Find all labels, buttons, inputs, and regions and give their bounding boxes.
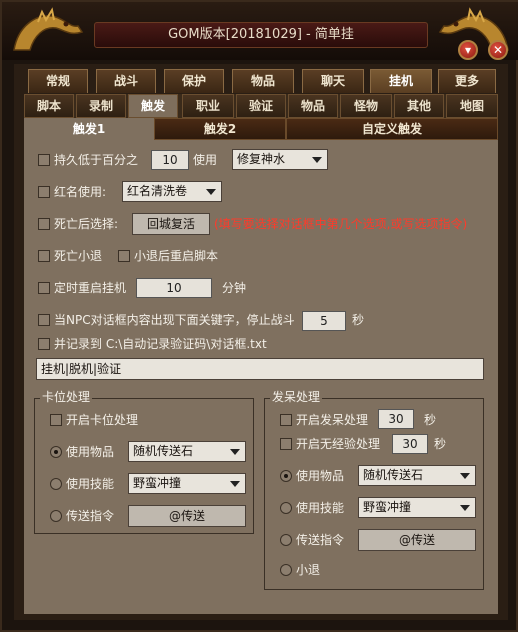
red-name-item-select[interactable]: 红名清洗卷 <box>122 181 222 202</box>
idle-use-item-value: 随机传送石 <box>363 468 424 482</box>
idle-logout-label: 小退 <box>296 563 321 577</box>
tab-chat[interactable]: 聊天 <box>302 69 364 93</box>
tab-more[interactable]: 更多 <box>438 69 496 93</box>
death-logout-checkbox[interactable] <box>38 250 50 262</box>
stuck-use-skill-value: 野蛮冲撞 <box>133 476 182 490</box>
subtab-monster[interactable]: 怪物 <box>340 94 392 118</box>
tab-trigger-1[interactable]: 触发1 <box>24 118 154 140</box>
minimize-button[interactable]: ▾ <box>458 40 478 60</box>
record-to-label: 并记录到 C:\自动记录验证码\对话框.txt <box>54 337 267 351</box>
restart-script-label: 小退后重启脚本 <box>134 249 219 263</box>
stuck-teleport-label: 传送指令 <box>66 509 115 523</box>
stuck-handling-title: 卡位处理 <box>40 390 93 404</box>
stuck-use-item-radio[interactable] <box>50 446 62 458</box>
timed-restart-unit: 分钟 <box>222 281 247 295</box>
idle-use-item-select[interactable]: 随机传送石 <box>358 465 476 486</box>
chevron-down-icon <box>230 449 240 455</box>
chevron-down-icon <box>460 505 470 511</box>
chevron-down-icon <box>206 189 216 195</box>
chevron-down-icon <box>460 473 470 479</box>
subtab-script[interactable]: 脚本 <box>24 94 74 118</box>
title-bar[interactable]: GOM版本[20181029] - 简单挂 ▾ ✕ <box>2 2 518 60</box>
trigger-panel: 触发1 触发2 自定义触发 持久低于百分之 10 使用 修复神水 红名使用: 红… <box>24 118 498 614</box>
sub-tab-bar: 脚本 录制 触发 职业 验证 物品 怪物 其他 地图 <box>24 94 498 118</box>
subtab-job[interactable]: 职业 <box>182 94 234 118</box>
idle-use-item-label: 使用物品 <box>296 469 345 483</box>
no-exp-seconds-unit: 秒 <box>434 437 447 451</box>
chevron-down-icon <box>312 157 322 163</box>
idle-logout-radio[interactable] <box>280 564 292 576</box>
stuck-use-item-value: 随机传送石 <box>133 444 194 458</box>
idle-seconds-input[interactable]: 30 <box>378 409 414 429</box>
tab-combat[interactable]: 战斗 <box>96 69 156 93</box>
close-button[interactable]: ✕ <box>488 40 508 60</box>
no-exp-checkbox[interactable] <box>280 438 292 450</box>
red-name-checkbox[interactable] <box>38 186 50 198</box>
top-tab-bar: 常规 战斗 保护 物品 聊天 挂机 更多 <box>24 69 498 93</box>
hold-below-item-select[interactable]: 修复神水 <box>232 149 328 170</box>
npc-keyword-checkbox[interactable] <box>38 314 50 326</box>
chevron-down-icon <box>230 481 240 487</box>
after-death-hint: (填写要选择对话框中第几个选项,或写选项指令) <box>214 217 468 231</box>
stuck-use-skill-radio[interactable] <box>50 478 62 490</box>
keyword-text-input[interactable]: 挂机|脱机|验证 <box>36 358 484 380</box>
idle-use-skill-value: 野蛮冲撞 <box>363 500 412 514</box>
subtab-map[interactable]: 地图 <box>446 94 498 118</box>
npc-keyword-label: 当NPC对话框内容出现下面关键字，停止战斗 <box>54 313 295 327</box>
stuck-use-item-label: 使用物品 <box>66 445 115 459</box>
subtab-record[interactable]: 录制 <box>76 94 126 118</box>
revive-in-town-button[interactable]: 回城复活 <box>132 213 210 235</box>
tab-protect[interactable]: 保护 <box>164 69 224 93</box>
stuck-use-item-select[interactable]: 随机传送石 <box>128 441 246 462</box>
timed-restart-label: 定时重启挂机 <box>54 281 127 295</box>
stuck-enable-checkbox[interactable] <box>50 414 62 426</box>
idle-teleport-radio[interactable] <box>280 534 292 546</box>
death-logout-label: 死亡小退 <box>54 249 103 263</box>
subtab-verify[interactable]: 验证 <box>236 94 286 118</box>
idle-teleport-label: 传送指令 <box>296 533 345 547</box>
stuck-enable-label: 开启卡位处理 <box>66 413 139 427</box>
stuck-use-skill-label: 使用技能 <box>66 477 115 491</box>
npc-keyword-unit: 秒 <box>352 313 365 327</box>
after-death-checkbox[interactable] <box>38 218 50 230</box>
idle-use-skill-select[interactable]: 野蛮冲撞 <box>358 497 476 518</box>
hold-below-use-label: 使用 <box>193 153 218 167</box>
red-name-item-value: 红名清洗卷 <box>127 184 188 198</box>
idle-enable-checkbox[interactable] <box>280 414 292 426</box>
tab-custom-trigger[interactable]: 自定义触发 <box>286 118 498 140</box>
tab-trigger-2[interactable]: 触发2 <box>154 118 286 140</box>
hold-below-item-value: 修复神水 <box>237 152 286 166</box>
after-death-label: 死亡后选择: <box>54 217 119 231</box>
record-to-checkbox[interactable] <box>38 338 50 350</box>
no-exp-seconds-input[interactable]: 30 <box>392 434 428 454</box>
idle-enable-label: 开启发呆处理 <box>296 413 369 427</box>
stuck-use-skill-select[interactable]: 野蛮冲撞 <box>128 473 246 494</box>
subtab-other[interactable]: 其他 <box>394 94 444 118</box>
idle-teleport-command-input[interactable]: @传送 <box>358 529 476 551</box>
red-name-label: 红名使用: <box>54 185 107 199</box>
restart-script-checkbox[interactable] <box>118 250 130 262</box>
no-exp-label: 开启无经验处理 <box>296 437 381 451</box>
window-title: GOM版本[20181029] - 简单挂 <box>94 22 428 48</box>
stuck-teleport-command-input[interactable]: @传送 <box>128 505 246 527</box>
tab-general[interactable]: 常规 <box>28 69 88 93</box>
hold-below-checkbox[interactable] <box>38 154 50 166</box>
idle-handling-title: 发呆处理 <box>270 390 323 404</box>
timed-restart-minutes-input[interactable]: 10 <box>136 278 212 298</box>
window-frame: GOM版本[20181029] - 简单挂 ▾ ✕ 常规 战斗 保护 物品 聊天… <box>0 0 518 632</box>
idle-use-item-radio[interactable] <box>280 470 292 482</box>
hold-below-percent-input[interactable]: 10 <box>151 150 189 170</box>
idle-use-skill-label: 使用技能 <box>296 501 345 515</box>
left-dragon-ornament-icon <box>13 7 84 51</box>
hold-below-label: 持久低于百分之 <box>54 153 139 167</box>
tab-autohang[interactable]: 挂机 <box>370 69 432 93</box>
idle-use-skill-radio[interactable] <box>280 502 292 514</box>
idle-seconds-unit: 秒 <box>424 413 437 427</box>
tab-items[interactable]: 物品 <box>232 69 294 93</box>
npc-keyword-seconds-input[interactable]: 5 <box>302 311 346 331</box>
subtab-trigger[interactable]: 触发 <box>128 94 178 118</box>
stuck-teleport-radio[interactable] <box>50 510 62 522</box>
timed-restart-checkbox[interactable] <box>38 282 50 294</box>
subtab-items[interactable]: 物品 <box>288 94 338 118</box>
